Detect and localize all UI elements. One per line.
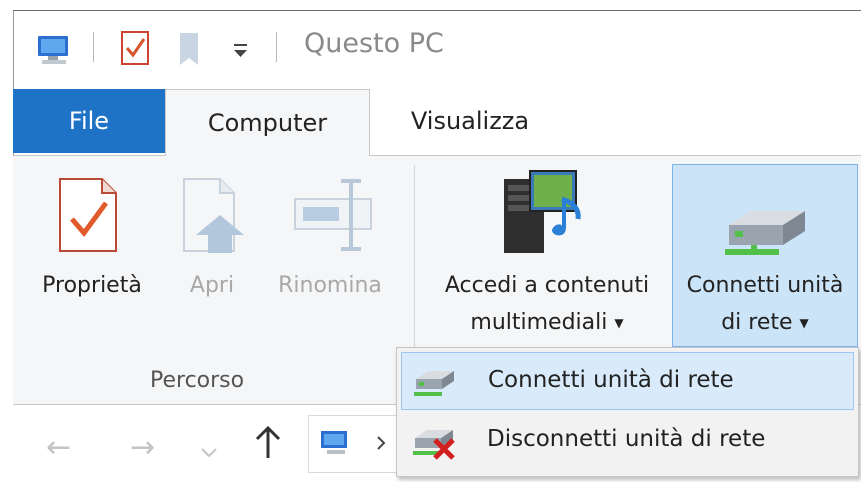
new-folder-icon[interactable] bbox=[178, 31, 206, 67]
properties-button[interactable]: Proprietà bbox=[22, 165, 162, 325]
media-server-icon bbox=[496, 169, 596, 259]
access-media-label-line2: multimediali ▼ bbox=[470, 310, 624, 335]
network-drive-icon bbox=[412, 367, 458, 401]
qat-separator bbox=[93, 32, 94, 62]
properties-label: Proprietà bbox=[42, 273, 142, 298]
properties-check-icon[interactable] bbox=[118, 29, 154, 67]
dropdown-arrow-icon: ▼ bbox=[614, 316, 624, 330]
tab-visualizza[interactable]: Visualizza bbox=[370, 89, 570, 153]
menu-item-disconnect-network-drive[interactable]: Disconnetti unità di rete bbox=[401, 412, 854, 470]
cropped-top-text-strip bbox=[0, 0, 861, 10]
tab-computer[interactable]: Computer bbox=[165, 89, 370, 156]
up-arrow-icon[interactable] bbox=[254, 424, 282, 464]
customize-qat-dropdown-icon[interactable] bbox=[232, 38, 250, 66]
map-network-drive-menu: Connetti unità di rete Disconnetti unità… bbox=[396, 347, 859, 477]
open-icon bbox=[178, 175, 250, 255]
properties-icon bbox=[54, 175, 124, 255]
this-pc-icon bbox=[34, 30, 74, 68]
qat-separator bbox=[276, 32, 277, 62]
menu-item-label: Disconnetti unità di rete bbox=[487, 426, 766, 452]
tab-file[interactable]: File bbox=[13, 89, 165, 153]
rename-icon bbox=[291, 175, 377, 255]
recent-locations-chevron-icon[interactable] bbox=[200, 444, 218, 463]
address-bar[interactable] bbox=[308, 415, 408, 473]
map-network-drive-label-line2: di rete ▼ bbox=[721, 310, 809, 335]
map-network-drive-label-line1: Connetti unità bbox=[686, 273, 844, 298]
menu-item-label: Connetti unità di rete bbox=[488, 367, 734, 393]
network-drive-icon bbox=[721, 205, 811, 261]
window-title: Questo PC bbox=[304, 28, 444, 59]
menu-item-connect-network-drive[interactable]: Connetti unità di rete bbox=[401, 352, 854, 410]
rename-button: Rinomina bbox=[265, 165, 395, 325]
window-top-border bbox=[13, 10, 861, 11]
this-pc-small-icon bbox=[319, 428, 353, 462]
access-media-button[interactable]: Accedi a contenuti multimediali ▼ bbox=[424, 165, 670, 345]
open-button: Apri bbox=[172, 165, 252, 325]
forward-arrow-icon[interactable]: → bbox=[130, 430, 155, 465]
open-label: Apri bbox=[189, 273, 235, 298]
disconnect-network-drive-icon bbox=[411, 426, 457, 460]
breadcrumb-chevron-icon[interactable] bbox=[375, 434, 387, 456]
map-network-drive-button[interactable]: Connetti unità di rete ▼ bbox=[672, 164, 858, 347]
dropdown-arrow-icon: ▼ bbox=[799, 316, 809, 330]
group-label-percorso: Percorso bbox=[150, 368, 245, 393]
access-media-label-line1: Accedi a contenuti bbox=[444, 273, 650, 298]
back-arrow-icon[interactable]: ← bbox=[46, 430, 71, 465]
rename-label: Rinomina bbox=[278, 273, 382, 298]
